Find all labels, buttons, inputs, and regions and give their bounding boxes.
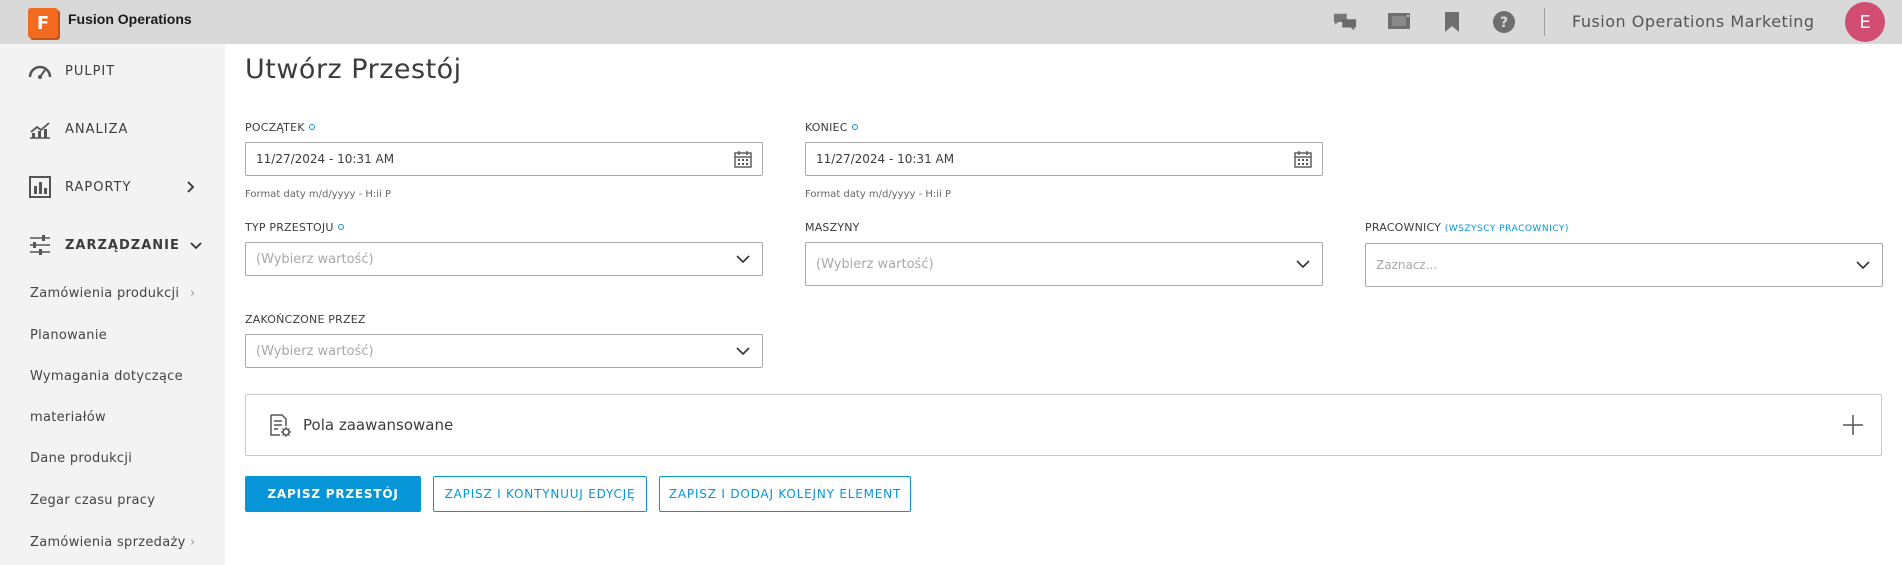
bookmark-icon[interactable] (1440, 10, 1464, 34)
end-label-text: KONIEC (805, 121, 848, 134)
dashboard-icon (28, 59, 52, 83)
start-date-value: 11/27/2024 - 10:31 AM (256, 152, 395, 166)
user-avatar[interactable]: E (1845, 2, 1885, 42)
sidebar: PULPIT ANALIZA RAPORTY ZARZĄDZANIE Zamów… (0, 44, 225, 565)
end-date-hint: Format daty m/d/yyyy - H:ii P (805, 189, 952, 200)
sidebar-subitem-material-requirements[interactable]: Wymagania dotyczące (30, 369, 200, 384)
analytics-icon (28, 117, 52, 141)
svg-text:?: ? (1500, 15, 1508, 31)
page-title: Utwórz Przestój (245, 54, 462, 85)
sidebar-subitem-production-data[interactable]: Dane produkcji (30, 451, 200, 466)
sidebar-subitem-planning[interactable]: Planowanie (30, 328, 200, 343)
chevron-right-icon (186, 178, 196, 197)
sidebar-subitem-label: Zamówienia produkcji (30, 286, 180, 301)
end-label: KONIEC (805, 121, 858, 134)
sidebar-subitem-time-clock[interactable]: Zegar czasu pracy (30, 493, 200, 508)
main-content: Utwórz Przestój POCZĄTEK 11/27/2024 - 10… (225, 44, 1902, 565)
screen-icon[interactable] (1387, 10, 1411, 34)
save-downtime-button[interactable]: ZAPISZ PRZESTÓJ (245, 476, 421, 512)
chevron-down-icon (733, 249, 753, 269)
required-indicator (337, 224, 344, 230)
calendar-icon[interactable] (733, 149, 753, 169)
advanced-fields-panel[interactable]: Pola zaawansowane (245, 394, 1882, 456)
sidebar-item-pulpit[interactable]: PULPIT (28, 58, 208, 84)
start-label: POCZĄTEK (245, 121, 315, 134)
start-date-hint: Format daty m/d/yyyy - H:ii P (245, 189, 392, 200)
downtime-type-label-text: TYP PRZESTOJU (245, 221, 334, 234)
sidebar-subitem-label: Planowanie (30, 328, 108, 343)
chevron-down-icon (1293, 254, 1313, 274)
end-date-value: 11/27/2024 - 10:31 AM (816, 152, 955, 166)
sidebar-item-label: RAPORTY (65, 179, 132, 195)
chevron-right-icon: › (190, 535, 196, 550)
sidebar-subitem-sales-orders[interactable]: Zamówienia sprzedaży › (30, 535, 200, 550)
downtime-type-select[interactable]: (Wybierz wartość) (245, 242, 763, 276)
sidebar-subitem-label: Dane produkcji (30, 451, 133, 466)
save-and-add-another-button[interactable]: ZAPISZ I DODAJ KOLEJNY ELEMENT (659, 476, 911, 512)
sliders-icon (28, 233, 52, 257)
start-label-text: POCZĄTEK (245, 121, 305, 134)
sidebar-subitem-label: materiałów (30, 410, 106, 425)
help-icon[interactable]: ? (1492, 10, 1516, 34)
app-name[interactable]: Fusion Operations (68, 11, 192, 27)
chat-icon[interactable] (1333, 10, 1357, 34)
settings-document-icon (268, 414, 292, 438)
start-date-input[interactable]: 11/27/2024 - 10:31 AM (245, 142, 763, 176)
finished-by-select[interactable]: (Wybierz wartość) (245, 334, 763, 368)
app-logo[interactable]: F (28, 8, 58, 38)
sidebar-item-label: PULPIT (65, 63, 116, 79)
sidebar-item-label: ANALIZA (65, 121, 129, 137)
workers-label: PRACOWNICY (WSZYSCY PRACOWNICY) (1365, 221, 1569, 234)
machines-label: MASZYNY (805, 221, 860, 234)
sidebar-subitem-production-orders[interactable]: Zamówienia produkcji › (30, 286, 200, 301)
sidebar-item-label: ZARZĄDZANIE (65, 237, 180, 253)
organization-name[interactable]: Fusion Operations Marketing (1572, 12, 1815, 31)
workers-placeholder: Zaznacz... (1376, 258, 1438, 272)
finished-by-placeholder: (Wybierz wartość) (256, 343, 374, 359)
sidebar-item-analiza[interactable]: ANALIZA (28, 116, 208, 142)
chevron-down-icon (733, 341, 753, 361)
top-bar: F Fusion Operations ? Fusion Operations … (0, 0, 1902, 44)
calendar-icon[interactable] (1293, 149, 1313, 169)
required-indicator (851, 124, 858, 130)
sidebar-subitem-label: Zegar czasu pracy (30, 493, 156, 508)
all-workers-link[interactable]: (WSZYSCY PRACOWNICY) (1445, 224, 1569, 234)
sidebar-subitem-label: Wymagania dotyczące (30, 369, 183, 384)
machines-select[interactable]: (Wybierz wartość) (805, 242, 1323, 286)
reports-icon (28, 175, 52, 199)
workers-select[interactable]: Zaznacz... (1365, 243, 1883, 287)
downtime-type-placeholder: (Wybierz wartość) (256, 251, 374, 267)
machines-placeholder: (Wybierz wartość) (816, 256, 934, 272)
chevron-down-icon (1853, 255, 1873, 275)
workers-label-text: PRACOWNICY (1365, 221, 1442, 234)
sidebar-subitem-label: Zamówienia sprzedaży (30, 535, 186, 550)
sidebar-item-zarzadzanie[interactable]: ZARZĄDZANIE (28, 232, 208, 258)
chevron-right-icon: › (190, 286, 196, 301)
plus-icon[interactable] (1841, 413, 1865, 437)
topbar-divider (1544, 8, 1545, 36)
chevron-down-icon (190, 236, 202, 255)
end-date-input[interactable]: 11/27/2024 - 10:31 AM (805, 142, 1323, 176)
required-indicator (308, 124, 315, 130)
finished-by-label: ZAKOŃCZONE PRZEZ (245, 313, 366, 326)
downtime-type-label: TYP PRZESTOJU (245, 221, 344, 234)
save-and-continue-button[interactable]: ZAPISZ I KONTYNUUJ EDYCJĘ (433, 476, 647, 512)
sidebar-item-raporty[interactable]: RAPORTY (28, 174, 208, 200)
sidebar-subitem-material-requirements-cont[interactable]: materiałów (30, 410, 200, 425)
advanced-fields-label: Pola zaawansowane (303, 416, 454, 434)
